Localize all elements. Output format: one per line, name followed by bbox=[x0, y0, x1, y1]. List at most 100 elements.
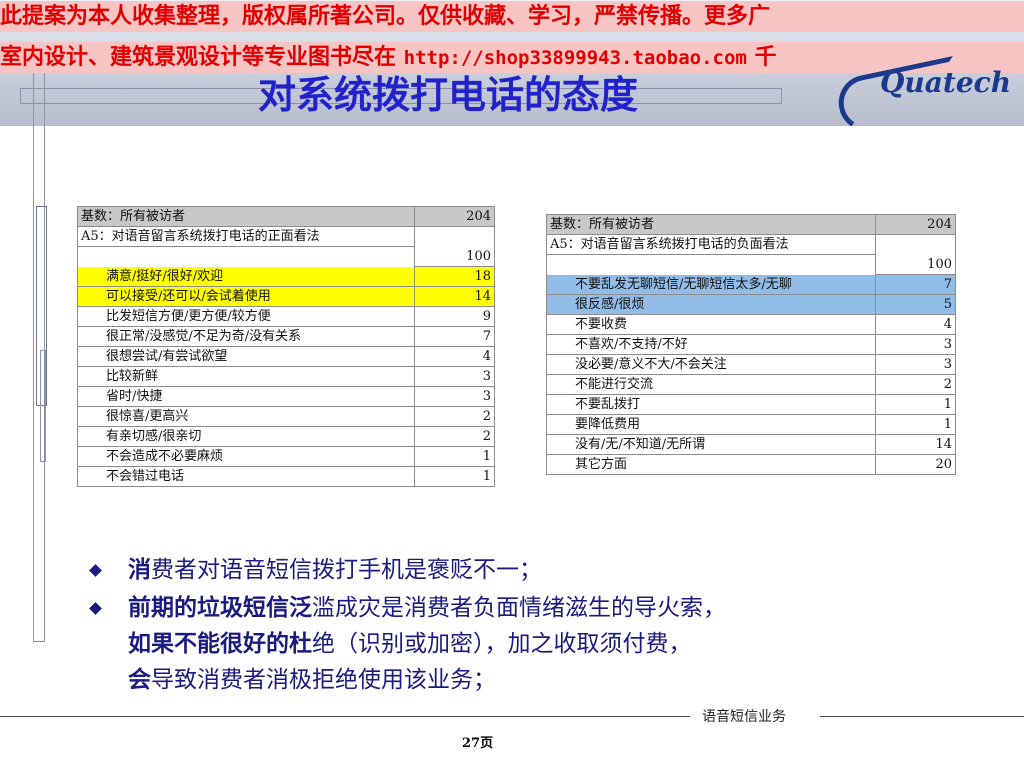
table-row: 不能进行交流 2 bbox=[545, 374, 956, 395]
row-value: 1 bbox=[875, 394, 956, 415]
table-row: 100 bbox=[545, 254, 956, 275]
row-label: 省时/快捷 bbox=[76, 386, 416, 407]
table-row: 不会造成不必要麻烦 1 bbox=[76, 446, 495, 467]
row-label: 可以接受/还可以/会试着使用 bbox=[76, 286, 416, 307]
table-row: A5：对语音留言系统拨打电话的正面看法 bbox=[76, 226, 495, 247]
table-row: 不喜欢/不支持/不好 3 bbox=[545, 334, 956, 355]
row-value: 1 bbox=[414, 446, 495, 467]
table-row: 很反感/很烦 5 bbox=[545, 294, 956, 315]
row-label: 满意/挺好/很好/欢迎 bbox=[76, 266, 416, 287]
row-value: 9 bbox=[414, 306, 495, 327]
row-value: 7 bbox=[414, 326, 495, 347]
row-label: 要降低费用 bbox=[545, 414, 877, 435]
table-row: A5：对语音留言系统拨打电话的负面看法 bbox=[545, 234, 956, 255]
row-value: 2 bbox=[875, 374, 956, 395]
table-row: 没必要/意义不大/不会关注 3 bbox=[545, 354, 956, 375]
table-row: 比发短信方便/更方便/较方便 9 bbox=[76, 306, 495, 327]
footer-label: 语音短信业务 bbox=[702, 709, 786, 725]
row-value: 5 bbox=[875, 294, 956, 315]
negative-table: 基数：所有被访者 204 A5：对语音留言系统拨打电话的负面看法 100 不要乱… bbox=[545, 214, 956, 475]
bullet-item: 前期的垃圾短信泛滥成灾是消费者负面情绪滋生的导火索， 如果不能很好的杜绝（识别或… bbox=[88, 590, 958, 698]
row-label: 没有/无/不知道/无所谓 bbox=[545, 434, 877, 455]
watermark-url: http://shop33899943.taobao.com bbox=[403, 47, 747, 69]
row-label: 不能进行交流 bbox=[545, 374, 877, 395]
base-label: 基数：所有被访者 bbox=[545, 214, 877, 235]
table-row: 比较新鲜 3 bbox=[76, 366, 495, 387]
row-label: 不喜欢/不支持/不好 bbox=[545, 334, 877, 355]
table-row: 不会错过电话 1 bbox=[76, 466, 495, 487]
row-label: 比发短信方便/更方便/较方便 bbox=[76, 306, 416, 327]
row-label: 很反感/很烦 bbox=[545, 294, 877, 315]
row-label: 比较新鲜 bbox=[76, 366, 416, 387]
row-label: 不会错过电话 bbox=[76, 466, 416, 487]
row-value: 4 bbox=[414, 346, 495, 367]
table-row: 很正常/没感觉/不足为奇/没有关系 7 bbox=[76, 326, 495, 347]
total-label bbox=[545, 254, 877, 275]
diamond-bullet-icon bbox=[89, 602, 102, 615]
question-label: A5：对语音留言系统拨打电话的负面看法 bbox=[545, 234, 877, 255]
table-row: 很想尝试/有尝试欲望 4 bbox=[76, 346, 495, 367]
total-label bbox=[76, 246, 416, 267]
row-value: 1 bbox=[414, 466, 495, 487]
table-row: 省时/快捷 3 bbox=[76, 386, 495, 407]
bullet-list: 消费者对语音短信拨打手机是褒贬不一； 前期的垃圾短信泛滥成灾是消费者负面情绪滋生… bbox=[88, 552, 958, 698]
bullet-2-line3-bold: 会 bbox=[128, 667, 151, 693]
row-label: 不会造成不必要麻烦 bbox=[76, 446, 416, 467]
row-value: 7 bbox=[875, 274, 956, 295]
footer-divider-right bbox=[820, 716, 1024, 717]
table-row: 可以接受/还可以/会试着使用 14 bbox=[76, 286, 495, 307]
positive-table: 基数：所有被访者 204 A5：对语音留言系统拨打电话的正面看法 100 满意/… bbox=[76, 206, 495, 487]
row-value: 18 bbox=[414, 266, 495, 287]
question-value bbox=[875, 234, 956, 255]
row-value: 3 bbox=[875, 334, 956, 355]
total-value: 100 bbox=[414, 246, 495, 267]
row-value: 2 bbox=[414, 406, 495, 427]
watermark-line-2-suffix: 千 bbox=[746, 44, 777, 70]
table-row: 满意/挺好/很好/欢迎 18 bbox=[76, 266, 495, 287]
row-value: 14 bbox=[414, 286, 495, 307]
row-value: 2 bbox=[414, 426, 495, 447]
base-label: 基数：所有被访者 bbox=[76, 206, 416, 227]
row-label: 很惊喜/更高兴 bbox=[76, 406, 416, 427]
row-value: 3 bbox=[414, 366, 495, 387]
row-label: 很正常/没感觉/不足为奇/没有关系 bbox=[76, 326, 416, 347]
table-row: 没有/无/不知道/无所谓 14 bbox=[545, 434, 956, 455]
row-value: 20 bbox=[875, 454, 956, 475]
bullet-1-bold: 消 bbox=[128, 557, 151, 583]
bullet-1-text: 费者对语音短信拨打手机是褒贬不一； bbox=[151, 557, 542, 583]
row-label: 有亲切感/很亲切 bbox=[76, 426, 416, 447]
row-label: 其它方面 bbox=[545, 454, 877, 475]
row-value: 14 bbox=[875, 434, 956, 455]
table-row: 100 bbox=[76, 246, 495, 267]
row-label: 不要乱发无聊短信/无聊短信太多/无聊 bbox=[545, 274, 877, 295]
watermark-line-2-prefix: 室内设计、建筑景观设计等专业图书尽在 bbox=[0, 44, 404, 70]
row-value: 3 bbox=[875, 354, 956, 375]
bullet-2-line3-text: 导致消费者消极拒绝使用该业务； bbox=[151, 667, 496, 693]
row-label: 没必要/意义不大/不会关注 bbox=[545, 354, 877, 375]
table-row: 有亲切感/很亲切 2 bbox=[76, 426, 495, 447]
question-label: A5：对语音留言系统拨打电话的正面看法 bbox=[76, 226, 416, 247]
row-value: 3 bbox=[414, 386, 495, 407]
quatech-logo: Quatech bbox=[824, 54, 1024, 137]
slide-title: 对系统拨打电话的态度 bbox=[258, 73, 639, 117]
table-row: 不要乱发无聊短信/无聊短信太多/无聊 7 bbox=[545, 274, 956, 295]
deco-line-v2 bbox=[40, 350, 46, 462]
table-row: 不要收费 4 bbox=[545, 314, 956, 335]
bullet-2-line2-text: 绝（识别或加密），加之收取须付费， bbox=[312, 631, 692, 657]
question-value bbox=[414, 226, 495, 247]
table-row: 基数：所有被访者 204 bbox=[545, 214, 956, 235]
bullet-item: 消费者对语音短信拨打手机是褒贬不一； bbox=[88, 552, 958, 588]
table-row: 其它方面 20 bbox=[545, 454, 956, 475]
watermark-line-1: 此提案为本人收集整理，版权属所著公司。仅供收藏、学习，严禁传播。更多广 bbox=[0, 1, 1024, 32]
bullet-2-line1-bold: 前期的垃圾短信泛 bbox=[128, 595, 312, 621]
footer-divider-left bbox=[0, 716, 690, 717]
page-number: 27页 bbox=[462, 736, 494, 751]
table-row: 要降低费用 1 bbox=[545, 414, 956, 435]
table-row: 很惊喜/更高兴 2 bbox=[76, 406, 495, 427]
row-label: 很想尝试/有尝试欲望 bbox=[76, 346, 416, 367]
row-value: 4 bbox=[875, 314, 956, 335]
row-value: 1 bbox=[875, 414, 956, 435]
row-label: 不要乱拨打 bbox=[545, 394, 877, 415]
diamond-bullet-icon bbox=[89, 564, 102, 577]
bullet-2-line2-bold: 如果不能很好的杜 bbox=[128, 631, 312, 657]
